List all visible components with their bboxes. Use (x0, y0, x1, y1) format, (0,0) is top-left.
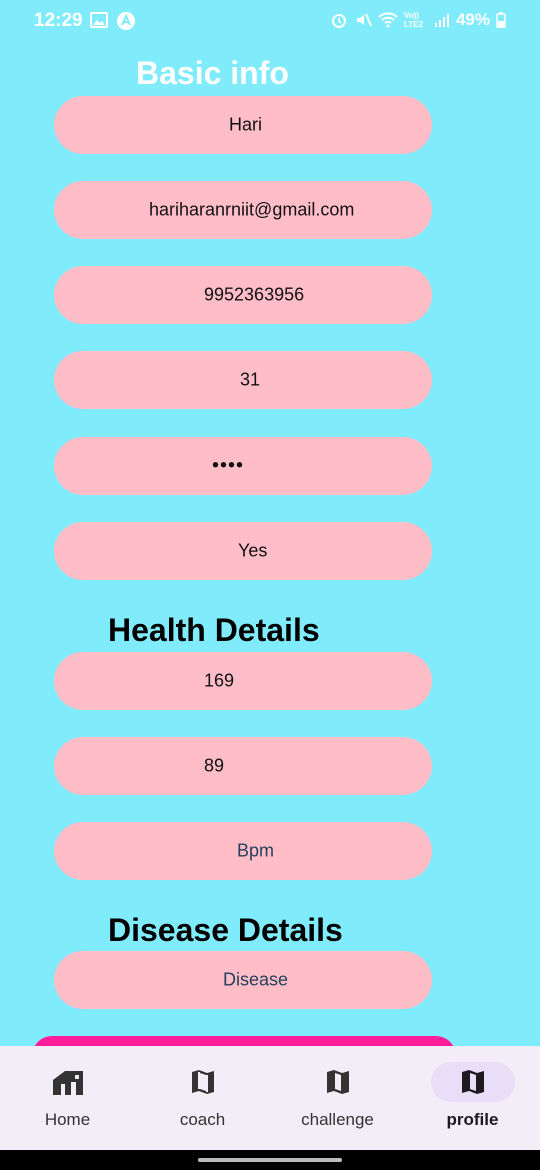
network-label: Vo)) LTE2 (403, 11, 423, 29)
gallery-icon (90, 11, 108, 36)
weight-field[interactable]: 89 (54, 737, 432, 795)
name-field[interactable]: Hari (54, 96, 432, 154)
weight-value: 89 (204, 755, 225, 776)
age-field[interactable]: 31 (54, 351, 432, 409)
status-bar: 12:29 Vo)) LTE2 49% (0, 0, 540, 42)
map-icon (161, 1062, 245, 1102)
app-notification-icon (116, 11, 136, 36)
battery-icon (496, 12, 506, 28)
phone-field[interactable]: 9952363956 (54, 266, 432, 324)
status-right-icons: Vo)) LTE2 49% (330, 10, 506, 30)
home-gesture-handle[interactable] (198, 1158, 342, 1162)
bpm-placeholder: Bpm (237, 840, 275, 861)
mute-icon (354, 11, 372, 29)
phone-value: 9952363956 (204, 284, 305, 305)
map-icon (296, 1062, 380, 1102)
nav-label-home: Home (44, 1110, 91, 1129)
bpm-field[interactable]: Bpm (54, 822, 432, 880)
nav-label-coach: coach (179, 1110, 226, 1129)
health-details-title: Health Details (108, 612, 320, 648)
basic-info-title: Basic info (136, 55, 289, 91)
map-icon (430, 1062, 515, 1102)
nav-item-coach[interactable]: coach (135, 1046, 270, 1150)
bottom-navigation: Home coach challenge profile (0, 1046, 540, 1150)
height-value: 169 (204, 670, 235, 691)
battery-percent: 49% (455, 10, 490, 29)
password-field[interactable]: •••• (54, 437, 432, 495)
email-value: hariharanrniit@gmail.com (149, 199, 355, 220)
name-value: Hari (229, 114, 263, 135)
home-icon (26, 1062, 110, 1102)
wifi-icon (378, 12, 398, 28)
yes-field[interactable]: Yes (54, 522, 432, 580)
disease-details-title: Disease Details (108, 912, 343, 948)
signal-icon (434, 12, 450, 28)
email-field[interactable]: hariharanrniit@gmail.com (54, 181, 432, 239)
system-gesture-bar (0, 1150, 540, 1170)
nav-label-profile: profile (446, 1110, 499, 1129)
yes-value: Yes (238, 540, 268, 561)
status-time: 12:29 (34, 10, 83, 31)
height-field[interactable]: 169 (54, 652, 432, 710)
nav-item-challenge[interactable]: challenge (270, 1046, 405, 1150)
nav-item-home[interactable]: Home (0, 1046, 135, 1150)
password-value: •••• (212, 454, 245, 477)
nav-item-profile[interactable]: profile (405, 1046, 540, 1150)
status-left-icons (90, 11, 136, 36)
disease-placeholder: Disease (223, 969, 289, 990)
alarm-icon (330, 11, 348, 29)
age-value: 31 (240, 369, 261, 390)
disease-field[interactable]: Disease (54, 951, 432, 1009)
nav-label-challenge: challenge (301, 1110, 374, 1129)
